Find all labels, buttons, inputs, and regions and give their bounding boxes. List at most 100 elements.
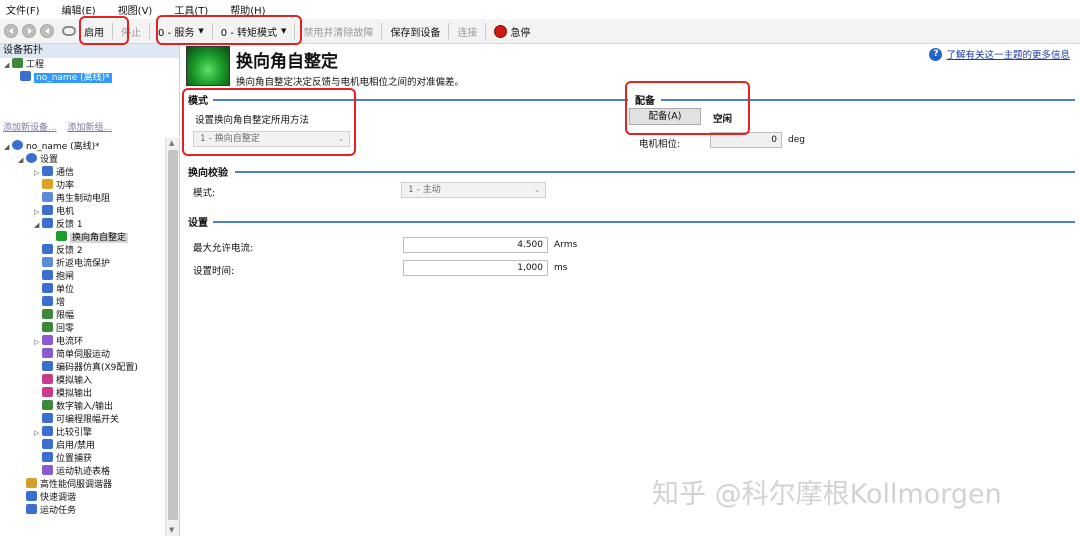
menu-file[interactable]: 文件(F) xyxy=(6,2,40,17)
current-loop-icon xyxy=(42,335,53,345)
tree-settings-node[interactable]: ◢ 设置 xyxy=(0,153,179,166)
tree-node[interactable]: 反馈 2 xyxy=(0,244,179,257)
enable-button[interactable]: 启用 xyxy=(80,22,108,41)
settings-tree: ◢ no_name (离线)* ◢ 设置 ▷ 通信功率 再生制动电阻 ▷ 电机 ◢ 反馈 1 换向… xyxy=(0,138,180,536)
section-divider xyxy=(661,99,1075,101)
settings-icon xyxy=(26,153,37,163)
motion-table-icon xyxy=(42,465,53,475)
units-icon xyxy=(42,283,53,293)
tree-node[interactable]: 运动任务 xyxy=(0,504,179,517)
tree-scrollbar[interactable]: ▲ ▼ xyxy=(165,138,179,536)
project-node[interactable]: ◢ 工程 xyxy=(0,58,179,71)
save-to-device-button[interactable]: 保存到设备 xyxy=(386,22,444,41)
tree-node[interactable]: 模拟输入 xyxy=(0,374,179,387)
tree-node[interactable]: 折返电流保护 xyxy=(0,257,179,270)
tree-node[interactable]: 简单伺服运动 xyxy=(0,348,179,361)
tree-node[interactable]: ▷ 比较引擎 xyxy=(0,426,179,439)
gain-icon xyxy=(42,296,53,306)
disable-button[interactable]: 停止 xyxy=(117,22,145,41)
tree-node-label: 回零 xyxy=(56,324,75,334)
add-group-link[interactable]: 添加新组... xyxy=(67,123,112,133)
capture-icon xyxy=(42,452,53,462)
forward-icon[interactable] xyxy=(22,24,36,38)
scroll-up-icon[interactable]: ▲ xyxy=(169,139,174,147)
power-icon xyxy=(42,179,53,189)
tree-node[interactable]: 位置捕获 xyxy=(0,452,179,465)
torque-mode-dropdown[interactable]: 0 - 转矩模式 ▼ xyxy=(217,22,291,41)
tree-node[interactable]: ▷ 电机 xyxy=(0,205,179,218)
torque-mode-label: 0 - 转矩模式 xyxy=(220,27,278,39)
tree-node[interactable]: 换向角自整定 xyxy=(0,231,179,244)
tree-node-label: 折返电流保护 xyxy=(56,259,111,269)
tree-node[interactable]: ▷ 电流环 xyxy=(0,335,179,348)
tree-node[interactable]: 编码器仿真(X9配置) xyxy=(0,361,179,374)
tree-node-label: 通信 xyxy=(56,168,75,178)
align-button[interactable]: 配备(A) xyxy=(629,108,701,125)
tree-node[interactable]: 可编程限幅开关 xyxy=(0,413,179,426)
tree-node[interactable]: ◢ 反馈 1 xyxy=(0,218,179,231)
tree-node[interactable]: 运动轨迹表格 xyxy=(0,465,179,478)
help-link-label: 了解有关这一主题的更多信息 xyxy=(946,50,1070,61)
service-mode-dropdown[interactable]: 0 - 服务 ▼ xyxy=(154,22,208,41)
method-select[interactable]: 1 - 换向自整定 ⌄ xyxy=(193,131,350,147)
tree-node[interactable]: 模拟输出 xyxy=(0,387,179,400)
clear-faults-button[interactable]: 禁用并清除故障 xyxy=(299,22,377,41)
tree-node[interactable]: 限幅 xyxy=(0,309,179,322)
tree-node[interactable]: 抱闸 xyxy=(0,270,179,283)
tree-node-label: 位置捕获 xyxy=(56,454,93,464)
settle-time-input[interactable]: 1,000 xyxy=(403,260,548,276)
tree-node-label: 可编程限幅开关 xyxy=(56,415,120,425)
tree-node[interactable]: ▷ 通信 xyxy=(0,166,179,179)
tree-root-label: no_name (离线)* xyxy=(26,142,100,152)
tree-node[interactable]: 增 xyxy=(0,296,179,309)
tree-node-label: 快速调谐 xyxy=(40,493,77,503)
tree-node[interactable]: 启用/禁用 xyxy=(0,439,179,452)
drive-icon xyxy=(20,71,31,81)
verify-mode-select[interactable]: 1 - 主动 ⌄ xyxy=(401,182,546,198)
stop-icon xyxy=(494,24,508,38)
menu-tools[interactable]: 工具(T) xyxy=(174,2,208,17)
help-link[interactable]: ? 了解有关这一主题的更多信息 xyxy=(929,47,1070,61)
connect-button[interactable]: 连接 xyxy=(453,22,481,41)
tree-node[interactable]: 回零 xyxy=(0,322,179,335)
page-description: 换向角自整定决定反馈与电机电相位之间的对准偏差。 xyxy=(236,77,465,88)
regen-icon xyxy=(42,192,53,202)
tree-node[interactable]: 功率 xyxy=(0,179,179,192)
max-current-input[interactable]: 4.500 xyxy=(403,237,548,253)
tree-node-label: 电流环 xyxy=(56,337,84,347)
tree-node[interactable]: 再生制动电阻 xyxy=(0,192,179,205)
tree-node[interactable]: 单位 xyxy=(0,283,179,296)
section-divider xyxy=(213,221,1075,223)
up-icon[interactable] xyxy=(40,24,54,38)
add-device-link[interactable]: 添加新设备... xyxy=(3,123,57,133)
menu-help[interactable]: 帮助(H) xyxy=(230,2,265,17)
homing-icon xyxy=(42,322,53,332)
tree-node[interactable]: 高性能伺服调谐器 xyxy=(0,478,179,491)
motor-icon xyxy=(42,205,53,215)
scroll-thumb[interactable] xyxy=(168,150,178,520)
link-icon[interactable] xyxy=(62,26,76,36)
method-label: 设置换向角自整定所用方法 xyxy=(195,115,310,126)
comm-icon xyxy=(42,166,53,176)
tree-root-node[interactable]: ◢ no_name (离线)* xyxy=(0,140,179,153)
verify-mode-value: 1 - 主动 xyxy=(408,185,441,195)
scroll-down-icon[interactable]: ▼ xyxy=(169,526,174,534)
estop-label: 急停 xyxy=(510,27,531,39)
tree-node[interactable]: 快速调谐 xyxy=(0,491,179,504)
motion-task-icon xyxy=(26,504,37,514)
limit-switch-icon xyxy=(42,413,53,423)
tree-node-label: 换向角自整定 xyxy=(70,233,129,243)
tree-node-label: 功率 xyxy=(56,181,75,191)
chevron-down-icon: ▼ xyxy=(198,27,204,35)
back-icon[interactable] xyxy=(4,24,18,38)
estop-button[interactable]: 急停 xyxy=(490,22,534,41)
menu-view[interactable]: 视图(V) xyxy=(118,2,153,17)
verify-section-title: 换向校验 xyxy=(188,168,228,179)
phase-unit: deg xyxy=(788,135,805,145)
tree-node-label: 限幅 xyxy=(56,311,75,321)
commutation-icon xyxy=(186,46,230,86)
device-node[interactable]: no_name (离线)* xyxy=(0,71,179,84)
phase-label: 电机相位: xyxy=(639,139,681,150)
menu-edit[interactable]: 编辑(E) xyxy=(62,2,96,17)
tree-node[interactable]: 数字输入/输出 xyxy=(0,400,179,413)
